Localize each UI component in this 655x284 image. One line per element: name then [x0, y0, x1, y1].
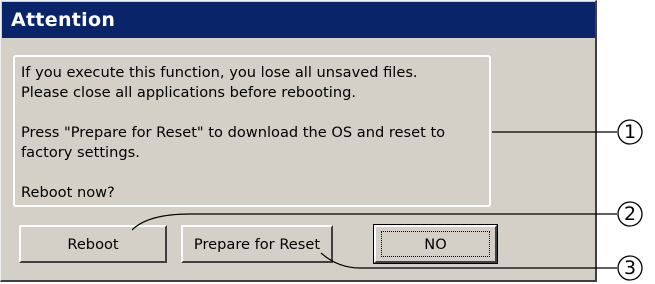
callout-lines	[131, 119, 643, 281]
callout-number-3: 3	[623, 257, 637, 279]
callout-number-1: 1	[623, 121, 637, 143]
callout-line-2	[131, 213, 617, 231]
callout-number-2: 2	[623, 203, 637, 225]
callout-line-3	[320, 252, 617, 269]
